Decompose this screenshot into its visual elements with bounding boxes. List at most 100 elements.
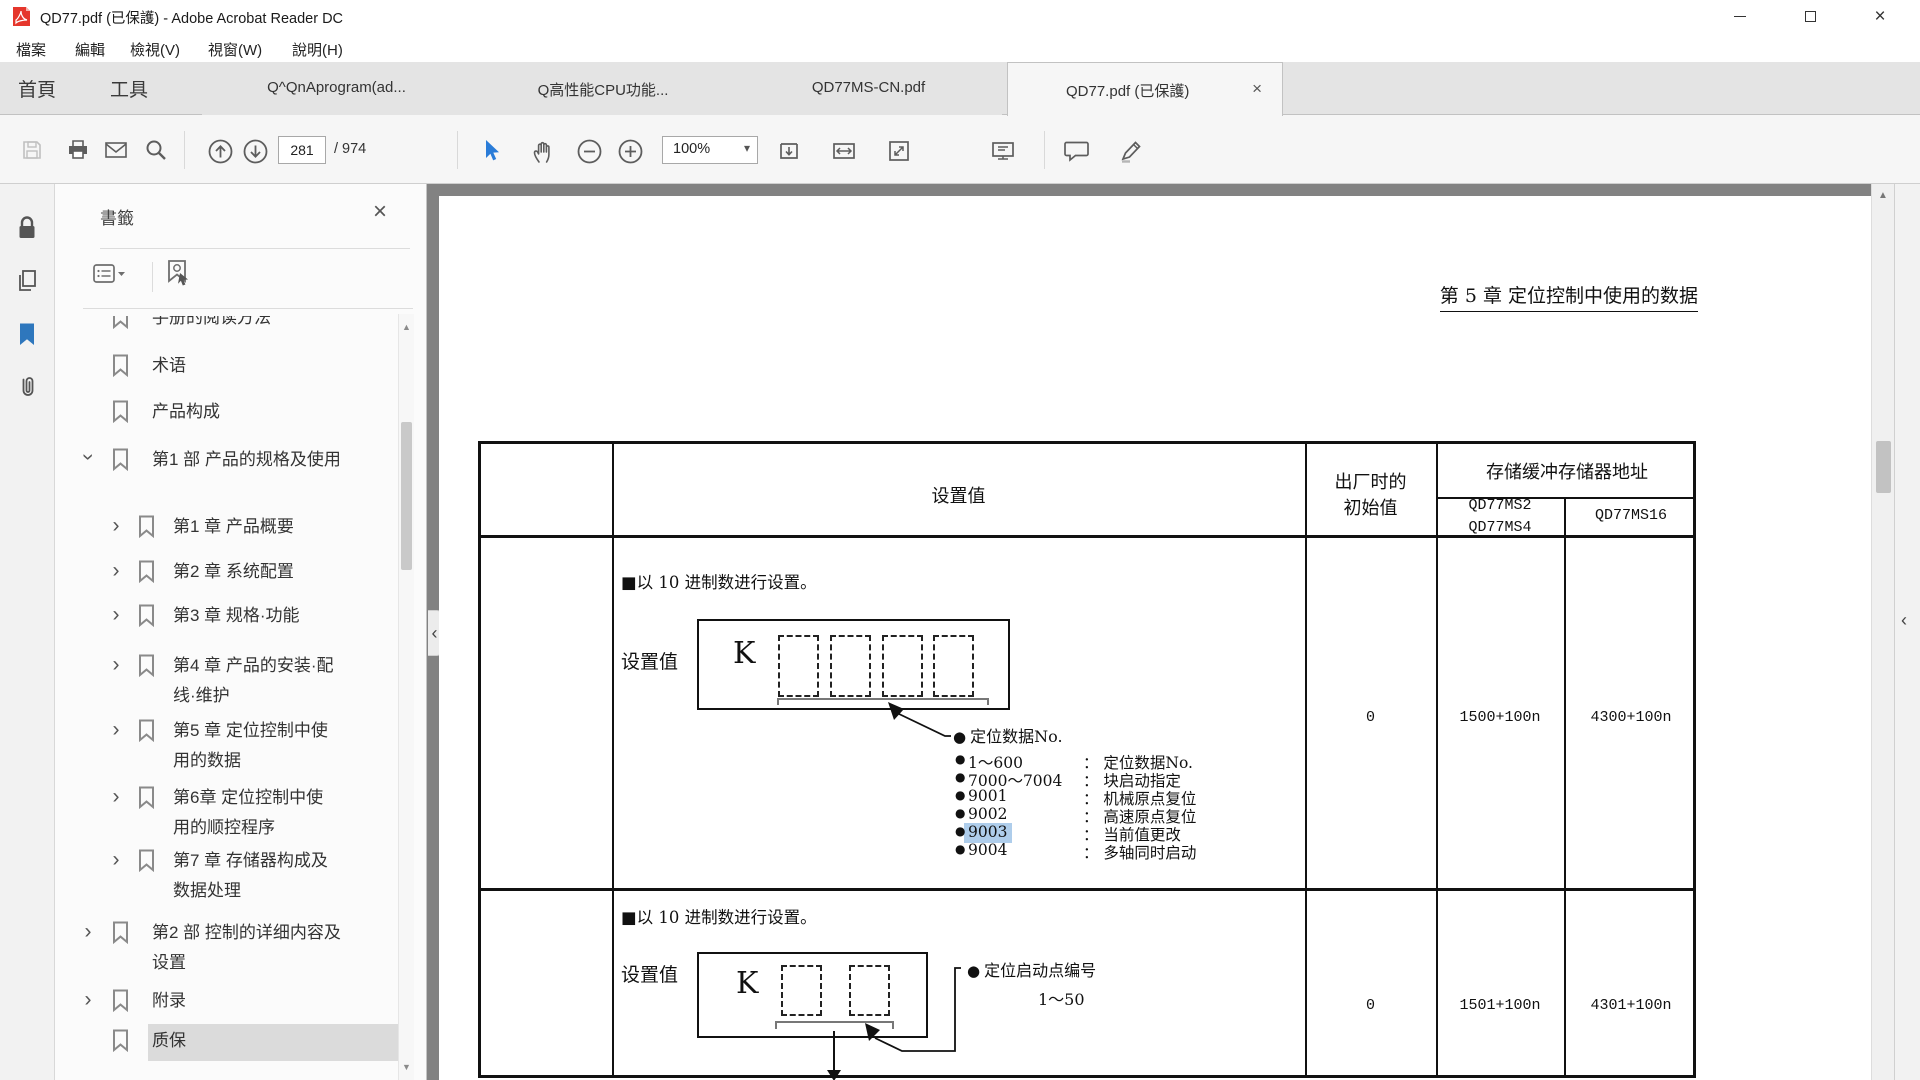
chevron-expanded-icon[interactable]: › [76,450,100,464]
scrollbar-thumb[interactable] [401,422,412,570]
title-bar: QD77.pdf (已保護) - Adobe Acrobat Reader DC… [0,0,1920,33]
row2-pointer-label: ●定位启动点编号 [967,957,1096,981]
tab-home[interactable]: 首頁 [18,75,56,102]
maximize-icon [1805,11,1816,22]
select-tool-icon[interactable] [478,138,502,164]
tab-tools[interactable]: 工具 [110,75,148,102]
chevron-right-icon[interactable]: › [81,920,95,944]
document-scrollbar[interactable]: ▲ [1871,184,1894,1080]
header-model-qd77ms2: QD77MS2 [1436,495,1564,517]
tab-bar: 首頁 工具 Q^QnAprogram(ad... Q高性能CPU功能... QD… [0,62,1920,115]
search-icon[interactable] [144,138,168,162]
divider [100,248,410,249]
page-number-input[interactable] [278,136,326,164]
divider [83,308,413,309]
chevron-right-icon[interactable]: › [109,514,123,538]
row2-note: ■以 10 进制数进行设置。 [621,904,817,928]
bookmarks-close-icon[interactable]: × [373,198,387,226]
menu-help[interactable]: 說明(H) [288,37,347,62]
tab-close-icon[interactable]: × [1252,79,1262,99]
bookmarks-title: 書籤 [100,204,134,229]
save-icon[interactable] [20,138,44,162]
chevron-right-icon[interactable]: › [109,653,123,677]
previous-page-icon[interactable] [207,138,234,165]
main-toolbar: / 974 100% ▾ [0,115,1920,184]
doc-tab-2[interactable]: Q高性能CPU功能... [471,62,735,115]
hand-tool-icon[interactable] [530,138,556,164]
zoom-level-dropdown[interactable]: 100% ▾ [662,136,758,164]
scroll-up-icon[interactable]: ▲ [1878,190,1888,201]
chevron-right-icon[interactable]: › [109,603,123,627]
email-icon[interactable] [103,138,129,162]
digit-box [778,635,819,697]
bookmark-icon [138,604,155,627]
row2-setting-label: 设置值 [621,960,678,987]
menu-file[interactable]: 檔案 [12,37,50,62]
row2-k-constant: K [736,966,758,1001]
chapter-header: 第 5 章 定位控制中使用的数据 [1440,281,1698,312]
header-model-qd77ms4: QD77MS4 [1436,517,1564,539]
comment-icon[interactable] [1063,138,1090,164]
close-button[interactable]: × [1851,0,1909,33]
page-scrolling-icon[interactable] [776,138,802,164]
doc-tab-4-active[interactable]: QD77.pdf (已保護) × [1007,62,1283,116]
minimize-button[interactable] [1711,0,1769,33]
doc-tab-1[interactable]: Q^QnAprogram(ad... [202,62,471,115]
next-page-icon[interactable] [242,138,269,165]
bookmark-icon [112,316,129,329]
fit-width-icon[interactable] [831,138,857,164]
divider [152,262,153,292]
row1-setting-label: 设置值 [621,647,678,674]
row1-address-qd77ms2-4: 1500+100n [1436,709,1564,726]
bookmark-icon [138,654,155,677]
zoom-in-icon[interactable] [617,138,644,165]
bookmarks-panel: 書籤 × 手册的阅读方法 术语 [55,184,427,1080]
maximize-button[interactable] [1781,0,1839,33]
locate-current-bookmark-icon[interactable] [163,258,193,290]
fit-page-icon[interactable] [886,138,912,164]
chevron-right-icon[interactable]: › [109,848,123,872]
table-line [612,444,614,1075]
attachments-icon[interactable] [15,374,39,401]
chevron-right-icon[interactable]: › [109,718,123,742]
page-total-label: / 974 [334,141,366,157]
chevron-down-icon: ▾ [744,141,750,155]
header-model-qd77ms16: QD77MS16 [1564,507,1698,524]
bookmark-icon [138,786,155,809]
bookmarks-tree: 手册的阅读方法 术语 产品构成 › 第1 部 产品的规格及使用 › 第1 章 产… [55,316,398,1080]
page-thumbnails-icon[interactable] [15,268,39,294]
print-icon[interactable] [66,138,90,162]
menu-window[interactable]: 視窗(W) [204,37,266,62]
bookmarks-scrollbar[interactable]: ▲ ▼ [398,314,414,1080]
acrobat-pdf-icon [13,7,30,26]
table-line [1305,444,1307,1075]
row1-pointer-label: ●定位数据No. [953,723,1063,747]
row1-k-constant: K [733,636,755,671]
bookmark-icon [138,849,155,872]
menu-edit[interactable]: 編輯 [71,37,109,62]
row1-address-qd77ms16: 4300+100n [1564,709,1698,726]
row2-factory-default: 0 [1305,997,1436,1014]
digit-box [849,965,890,1016]
scroll-down-icon[interactable]: ▼ [402,1062,411,1072]
menu-view[interactable]: 檢視(V) [126,37,184,62]
chevron-right-icon[interactable]: › [109,785,123,809]
bookmarks-panel-icon[interactable] [15,321,39,348]
zoom-level-value: 100% [673,141,710,157]
scrollbar-thumb[interactable] [1876,441,1891,493]
scroll-up-icon[interactable]: ▲ [402,322,411,332]
bookmark-icon [112,448,129,471]
bookmarks-options-icon[interactable] [91,260,127,288]
chevron-right-icon[interactable]: › [109,559,123,583]
chevron-right-icon[interactable]: › [81,988,95,1012]
toolbar-separator [1044,131,1045,169]
data-table: 设置值 出厂时的 初始值 存储缓冲存储器地址 QD77MS2 QD77MS4 Q… [478,441,1696,1078]
zoom-out-icon[interactable] [576,138,603,165]
expand-tools-pane-handle[interactable]: ‹ [1901,610,1907,631]
table-line [1564,497,1566,1075]
pdf-page: 第 5 章 定位控制中使用的数据 设置值 出厂时的 初始值 存储缓冲存储器地址 [439,196,1871,1080]
highlighter-icon[interactable] [1118,138,1145,164]
header-factory-default-line1: 出厂时的 [1305,470,1436,496]
doc-tab-3[interactable]: QD77MS-CN.pdf [735,62,1002,115]
reading-mode-icon[interactable] [990,138,1016,164]
